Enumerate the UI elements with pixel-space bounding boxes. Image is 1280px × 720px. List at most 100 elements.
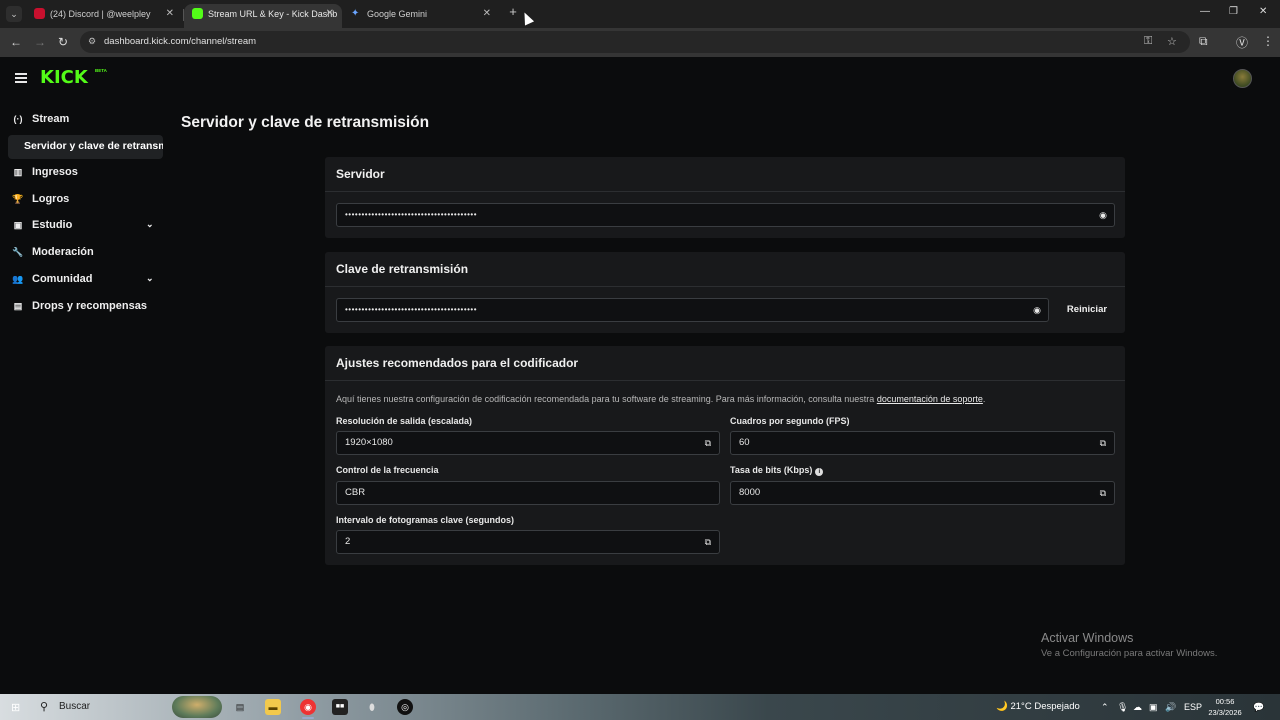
active-app-indicator [302,717,314,719]
kick-favicon-icon [192,8,203,19]
search-highlight-image[interactable] [172,696,222,718]
language-indicator[interactable]: ESP [1184,694,1202,720]
bitrate-value: 8000 [739,487,761,498]
eye-icon[interactable]: ◉ [1033,299,1041,321]
cloud-icon[interactable]: ☁ [1133,694,1142,720]
sidebar-item-label: Ingresos [32,166,78,178]
minimize-icon[interactable]: — [1200,6,1210,17]
chevron-down-icon[interactable]: ⌄ [146,273,154,284]
tab-label: Google Gemini [367,9,428,19]
bookmark-star-icon[interactable]: ☆ [1167,35,1177,48]
tab-label: (24) Discord | @weelpley [50,9,151,19]
extensions-icon[interactable]: ⧉ [1199,34,1208,49]
gift-icon: ▤ [13,301,23,311]
sidebar-item-ingresos[interactable]: ▥ Ingresos [12,166,78,186]
taskbar-clock[interactable]: 00:56 23/3/2026 [1203,696,1247,718]
close-tab-icon[interactable]: ✕ [326,4,334,24]
clock-date: 23/3/2026 [1208,708,1242,717]
reload-icon[interactable]: ↻ [58,35,68,49]
stream-key-field[interactable]: ••••••••••••••••••••••••••••••••••••••••… [336,298,1049,322]
hamburger-menu-icon[interactable] [15,73,27,83]
keyframe-value: 2 [345,536,351,547]
sidebar-item-moderacion[interactable]: 🔧 Moderación [12,246,93,266]
rate-control-field[interactable]: CBR [336,481,720,505]
server-field[interactable]: ••••••••••••••••••••••••••••••••••••••••… [336,203,1115,227]
encoder-description: Aquí tienes nuestra configuración de cod… [336,394,985,404]
url-text[interactable]: dashboard.kick.com/channel/stream [104,36,256,47]
close-window-icon[interactable]: ✕ [1259,6,1267,17]
sidebar-subitem-server-key[interactable]: Servidor y clave de retransmisión [8,135,163,159]
bitrate-field[interactable]: 8000 ⧉ [730,481,1115,505]
resolution-label: Resolución de salida (escalada) [336,416,473,426]
restore-icon[interactable]: ❐ [1229,6,1238,17]
sidebar-item-drops[interactable]: ▤ Drops y recompensas [12,300,147,320]
windows-start-icon[interactable]: ⊞ [11,701,20,714]
notifications-icon[interactable]: 💬 [1253,694,1264,720]
new-tab-button[interactable]: + [506,4,520,22]
address-bar[interactable]: ⚙ dashboard.kick.com/channel/stream ⚿ ☆ [80,31,1190,53]
beta-badge: BETA [95,68,107,73]
sidebar-item-estudio[interactable]: ▣ Estudio ⌄ [12,219,154,239]
sidebar-item-comunidad[interactable]: 👥 Comunidad ⌄ [12,273,153,293]
taskbar-search[interactable]: ⚲ Buscar [35,694,170,720]
rate-control-label: Control de la frecuencia [336,465,439,475]
chevron-down-icon[interactable]: ⌄ [146,219,154,230]
forward-icon[interactable]: → [34,35,46,49]
tab-kick-dashboard[interactable]: Stream URL & Key - Kick Dashb ✕ [184,4,342,28]
info-icon[interactable]: i [815,468,824,476]
user-avatar[interactable] [1233,69,1252,88]
support-docs-link[interactable]: documentación de soporte [877,394,983,404]
site-info-icon[interactable]: ⚙ [88,36,96,47]
copy-icon[interactable]: ⧉ [1100,432,1106,454]
weather-text: 21°C Despejado [1010,701,1080,712]
keyframe-field[interactable]: 2 ⧉ [336,530,720,554]
reset-key-button[interactable]: Reiniciar [1059,298,1115,322]
task-view-icon[interactable]: ▤ [232,699,248,715]
back-icon[interactable]: ← [10,35,22,49]
rate-control-value: CBR [345,487,366,498]
bitrate-label: Tasa de bits (Kbps) i [730,465,824,476]
resolution-value: 1920×1080 [345,437,393,448]
kick-logo[interactable]: KICK [40,67,88,88]
sidebar-item-label: Comunidad [32,273,93,285]
obs-studio-icon[interactable]: ■■ [332,699,348,715]
password-key-icon[interactable]: ⚿ [1144,35,1152,48]
app-icon[interactable]: ⬮ [364,699,380,715]
sidebar-item-stream[interactable]: (·) Stream [12,113,70,133]
close-tab-icon[interactable]: ✕ [166,4,174,24]
tab-discord[interactable]: (24) Discord | @weelpley ✕ [26,4,182,28]
discord-favicon-icon [34,8,45,19]
trophy-icon: 🏆 [12,194,24,204]
fps-label: Cuadros por segundo (FPS) [730,416,850,426]
people-icon: 👥 [12,274,24,284]
tab-search-icon[interactable]: ⌄ [6,6,22,22]
windows-taskbar: ⊞ ⚲ Buscar ▤ ▬ ◉ ■■ ⬮ ◎ 🌙 21°C Despejado… [0,694,1280,720]
fps-field[interactable]: 60 ⧉ [730,431,1115,455]
stream-key-heading: Clave de retransmisión [325,252,1125,287]
obs-icon[interactable]: ◎ [397,699,413,715]
copy-icon[interactable]: ⧉ [705,432,711,454]
volume-icon[interactable]: 🔊 [1165,694,1176,720]
menu-kebab-icon[interactable]: ⋮ [1262,34,1274,48]
clock-time: 00:56 [1215,697,1235,706]
studio-icon: ▣ [13,220,23,230]
network-icon[interactable]: ▣ [1149,694,1158,720]
sidebar-item-label: Estudio [32,219,73,231]
file-explorer-icon[interactable]: ▬ [265,699,281,715]
resolution-field[interactable]: 1920×1080 ⧉ [336,431,720,455]
close-tab-icon[interactable]: ✕ [483,4,491,24]
activate-windows-title: Activar Windows [1041,631,1134,645]
keyframe-label: Intervalo de fotogramas clave (segundos) [336,515,515,525]
copy-icon[interactable]: ⧉ [1100,482,1106,504]
eye-icon[interactable]: ◉ [1099,204,1107,226]
chrome-icon[interactable]: ◉ [300,699,316,715]
copy-icon[interactable]: ⧉ [705,531,711,553]
microphone-icon[interactable]: 🎙 [1117,694,1128,720]
tray-chevron-icon[interactable]: ⌃ [1101,694,1109,720]
taskbar-weather[interactable]: 🌙 21°C Despejado [996,694,1080,720]
sidebar-item-logros[interactable]: 🏆 Logros [12,193,69,213]
chart-icon: ▥ [13,167,23,177]
profile-icon[interactable]: Ⓥ [1236,34,1248,51]
tab-google-gemini[interactable]: ✦ Google Gemini ✕ [343,4,499,28]
sidebar-item-label: Drops y recompensas [32,300,147,312]
